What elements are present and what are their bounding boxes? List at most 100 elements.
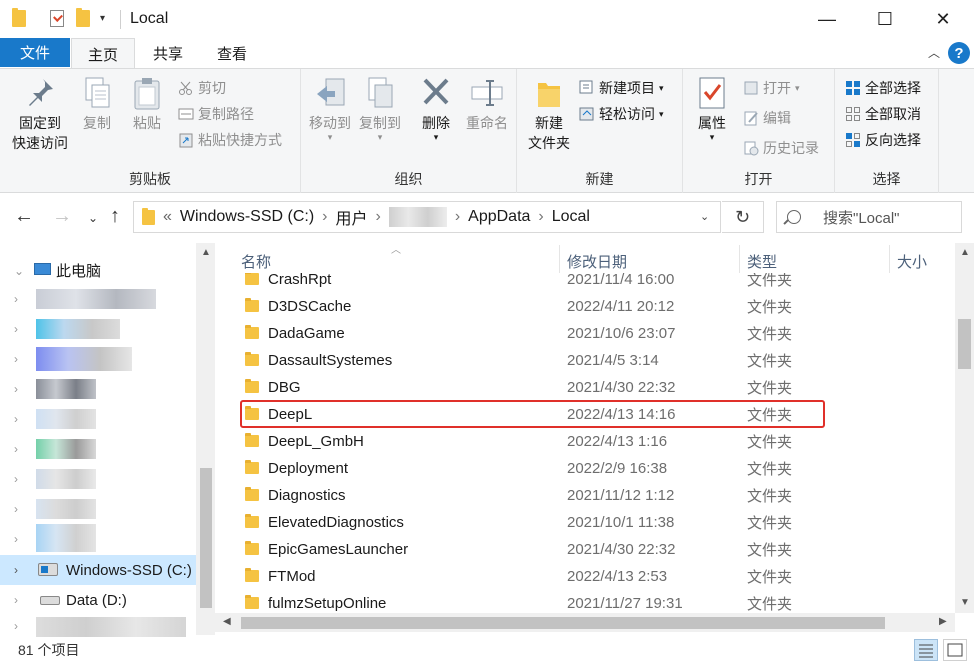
address-bar[interactable]: « Windows-SSD (C:) › 用户 › › AppData › Lo…: [133, 201, 721, 233]
move-to-button[interactable]: 移动到 ▾: [305, 75, 355, 142]
scroll-left-arrow-icon[interactable]: ◀: [223, 616, 231, 627]
breadcrumb-separator-icon[interactable]: ›: [455, 208, 460, 226]
file-row[interactable]: Diagnostics 2021/11/12 1:12 文件夹: [229, 482, 957, 509]
column-header-name[interactable]: 名称: [241, 251, 271, 272]
breadcrumb-drive-c[interactable]: Windows-SSD (C:): [180, 208, 314, 226]
file-row[interactable]: ElevatedDiagnostics 2021/10/1 11:38 文件夹: [229, 509, 957, 536]
customize-toolbar-dropdown-icon[interactable]: ▾: [100, 13, 105, 24]
recent-locations-chevron-icon[interactable]: ⌄: [88, 211, 98, 225]
up-arrow-icon[interactable]: ↑: [110, 205, 120, 228]
scroll-up-arrow-icon[interactable]: ▲: [201, 247, 211, 258]
expand-chevron-icon[interactable]: ›: [14, 442, 18, 456]
expand-chevron-icon[interactable]: ›: [14, 563, 18, 577]
file-row[interactable]: FTMod 2022/4/13 2:53 文件夹: [229, 563, 957, 590]
file-row[interactable]: DadaGame 2021/10/6 23:07 文件夹: [229, 320, 957, 347]
file-row[interactable]: CrashRpt 2021/11/4 16:00 文件夹: [229, 273, 957, 293]
nav-item-redacted[interactable]: ›: [0, 494, 196, 524]
breadcrumb-users[interactable]: 用户: [335, 205, 367, 229]
tab-view[interactable]: 查看: [200, 38, 264, 68]
nav-item-data-d[interactable]: › Data (D:): [0, 585, 196, 615]
file-list-vertical-scrollbar[interactable]: ▲ ▼: [955, 243, 974, 613]
properties-button[interactable]: 属性 ▾: [689, 75, 735, 142]
back-arrow-icon[interactable]: ←: [14, 205, 34, 228]
expand-chevron-icon[interactable]: ›: [14, 412, 18, 426]
select-all-button[interactable]: 全部选择: [845, 78, 921, 98]
expand-chevron-icon[interactable]: ›: [14, 472, 18, 486]
breadcrumb-local[interactable]: Local: [552, 208, 590, 226]
breadcrumb-separator-icon[interactable]: ›: [375, 208, 380, 226]
forward-arrow-icon[interactable]: →: [52, 205, 72, 228]
new-item-button[interactable]: 新建项目 ▾: [579, 78, 664, 98]
nav-item-redacted[interactable]: ›: [0, 404, 196, 434]
properties-quick-icon[interactable]: [50, 10, 64, 27]
rename-button[interactable]: 重命名: [461, 75, 513, 133]
new-folder-button[interactable]: 新建 文件夹: [523, 75, 575, 153]
tab-file[interactable]: 文件: [0, 38, 70, 67]
nav-item-redacted[interactable]: ›: [0, 615, 196, 637]
nav-item-windows-ssd-c[interactable]: › Windows-SSD (C:): [0, 555, 196, 585]
history-button[interactable]: 历史记录: [743, 138, 819, 158]
breadcrumb-separator-icon[interactable]: ›: [538, 208, 543, 226]
horizontal-scroll-thumb[interactable]: [241, 617, 885, 629]
file-row[interactable]: D3DSCache 2022/4/11 20:12 文件夹: [229, 293, 957, 320]
nav-item-redacted[interactable]: ›: [0, 284, 196, 314]
column-divider[interactable]: [559, 245, 560, 273]
close-button[interactable]: ✕: [914, 0, 972, 38]
edit-button[interactable]: 编辑: [743, 108, 791, 128]
breadcrumb-separator-icon[interactable]: ›: [322, 208, 327, 226]
breadcrumb-username-redacted[interactable]: [388, 207, 447, 227]
file-row[interactable]: EpicGamesLauncher 2021/4/30 22:32 文件夹: [229, 536, 957, 563]
paste-button[interactable]: 粘贴: [122, 75, 172, 133]
tab-home[interactable]: 主页: [71, 38, 135, 70]
nav-item-redacted[interactable]: ›: [0, 524, 196, 554]
file-row[interactable]: DeepL_GmbH 2022/4/13 1:16 文件夹: [229, 428, 957, 455]
nav-item-redacted[interactable]: ›: [0, 344, 196, 374]
file-row[interactable]: fulmzSetupOnline 2021/11/27 19:31 文件夹: [229, 590, 957, 613]
file-row[interactable]: DassaultSystemes 2021/4/5 3:14 文件夹: [229, 347, 957, 374]
tab-share[interactable]: 共享: [136, 38, 200, 68]
expand-chevron-icon[interactable]: ›: [14, 532, 18, 546]
details-view-icon[interactable]: [914, 639, 938, 661]
expand-chevron-icon[interactable]: ›: [14, 502, 18, 516]
nav-pane-scroll-thumb[interactable]: [200, 468, 212, 608]
expand-chevron-icon[interactable]: ›: [14, 593, 18, 607]
large-icons-view-icon[interactable]: [943, 639, 967, 661]
expand-chevron-icon[interactable]: ›: [14, 322, 18, 336]
collapse-ribbon-icon[interactable]: ︿: [928, 44, 940, 61]
column-header-type[interactable]: 类型: [747, 251, 777, 272]
refresh-button[interactable]: ↻: [722, 201, 764, 233]
copy-to-button[interactable]: 复制到 ▾: [355, 75, 405, 142]
delete-button[interactable]: 删除 ▾: [415, 75, 457, 142]
expand-chevron-icon[interactable]: ›: [14, 619, 18, 633]
select-none-button[interactable]: 全部取消: [845, 104, 921, 124]
nav-item-redacted[interactable]: ›: [0, 314, 196, 344]
nav-pane-scrollbar[interactable]: ▲: [196, 243, 215, 635]
breadcrumb-appdata[interactable]: AppData: [468, 208, 530, 226]
paste-shortcut-button[interactable]: 粘贴快捷方式: [178, 130, 282, 150]
file-row[interactable]: DBG 2021/4/30 22:32 文件夹: [229, 374, 957, 401]
scroll-down-arrow-icon[interactable]: ▼: [960, 597, 970, 608]
nav-item-redacted[interactable]: ›: [0, 374, 196, 404]
expand-chevron-icon[interactable]: ›: [14, 382, 18, 396]
column-header-date[interactable]: 修改日期: [567, 251, 627, 272]
minimize-button[interactable]: —: [798, 0, 856, 38]
new-folder-quick-icon[interactable]: [76, 8, 90, 27]
search-box[interactable]: 搜索"Local": [776, 201, 962, 233]
file-list-horizontal-scrollbar[interactable]: ◀ ▶: [215, 613, 955, 632]
scroll-right-arrow-icon[interactable]: ▶: [939, 616, 947, 627]
open-button[interactable]: 打开 ▾: [743, 78, 800, 98]
nav-item-redacted[interactable]: ›: [0, 434, 196, 464]
pin-to-quick-access-button[interactable]: 固定到 快速访问: [8, 75, 72, 153]
address-dropdown-icon[interactable]: ⌄: [700, 210, 709, 223]
column-header-size[interactable]: 大小: [897, 251, 927, 272]
copy-button[interactable]: 复制: [72, 75, 122, 133]
help-button[interactable]: ?: [948, 42, 970, 64]
file-row[interactable]: Deployment 2022/2/9 16:38 文件夹: [229, 455, 957, 482]
expand-chevron-icon[interactable]: ›: [14, 352, 18, 366]
expand-chevron-icon[interactable]: ⌄: [14, 264, 24, 278]
address-overflow[interactable]: «: [163, 208, 172, 226]
cut-button[interactable]: 剪切: [178, 78, 226, 98]
column-divider[interactable]: [739, 245, 740, 273]
invert-selection-button[interactable]: 反向选择: [845, 130, 921, 150]
copy-path-button[interactable]: 复制路径: [178, 104, 254, 124]
